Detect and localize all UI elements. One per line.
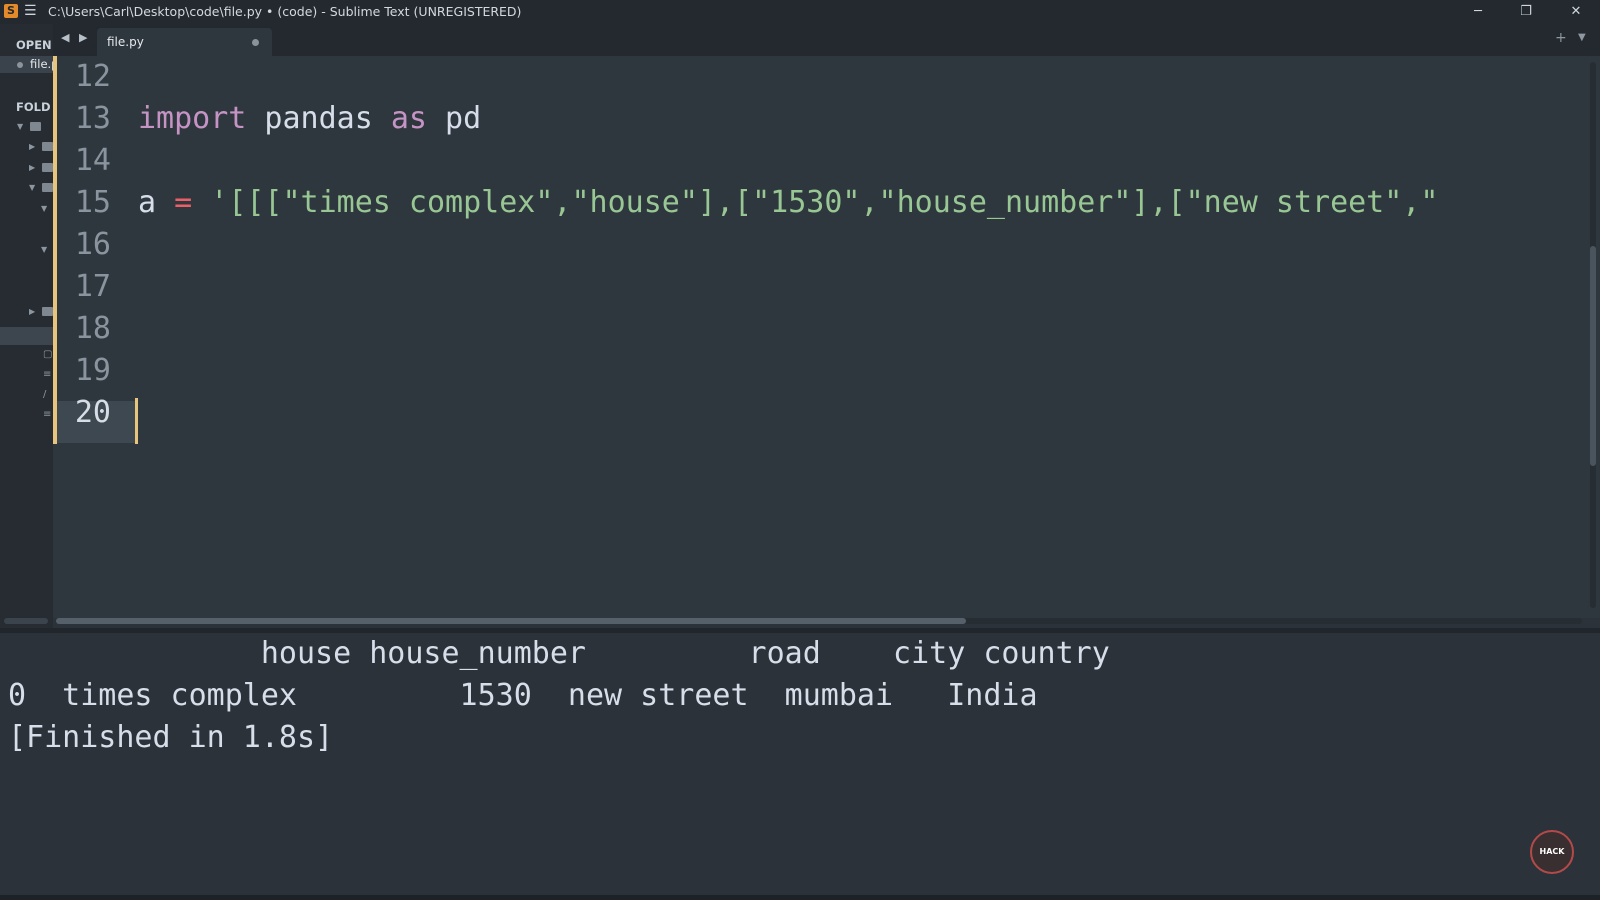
sidebar-selected-file[interactable] bbox=[0, 327, 53, 345]
folder-icon[interactable] bbox=[42, 142, 53, 151]
tab-label: file.py bbox=[107, 35, 144, 49]
build-output-panel[interactable]: house house_number road city country 0 t… bbox=[0, 633, 1600, 900]
unsaved-dot-icon[interactable] bbox=[252, 39, 259, 46]
new-tab-plus-icon[interactable]: + bbox=[1555, 30, 1567, 46]
code-token-plain: pd bbox=[427, 101, 482, 136]
sidebar-scrollbar[interactable] bbox=[4, 618, 48, 624]
output-data-row: 0 times complex 1530 new street mumbai I… bbox=[8, 678, 1038, 713]
chevron-down-icon[interactable]: ▼ bbox=[41, 204, 47, 213]
open-files-heading: OPEN bbox=[16, 38, 52, 52]
folder-icon[interactable] bbox=[42, 163, 53, 172]
folder-open-icon[interactable] bbox=[30, 122, 41, 131]
line-number: 17 bbox=[74, 269, 111, 304]
code-token-kw: import bbox=[138, 101, 247, 136]
tab-file-py[interactable]: file.py bbox=[97, 28, 272, 56]
file-dot-icon bbox=[17, 62, 23, 68]
code-token-kw: as bbox=[390, 101, 427, 136]
code-token-op: = bbox=[174, 185, 193, 220]
title-bar: S ☰ C:\Users\Carl\Desktop\code\file.py •… bbox=[0, 0, 1600, 24]
window-title: C:\Users\Carl\Desktop\code\file.py • (co… bbox=[48, 4, 522, 19]
line-number: 18 bbox=[74, 311, 111, 346]
tab-nav-arrows-icon[interactable]: ◀ ▶ bbox=[61, 31, 90, 44]
restore-icon[interactable]: ❐ bbox=[1511, 2, 1541, 22]
text-caret bbox=[135, 398, 138, 444]
sidebar-open-file[interactable]: file.p bbox=[0, 56, 53, 73]
file-icon[interactable]: / bbox=[43, 389, 46, 400]
line-number: 14 bbox=[74, 143, 111, 178]
file-icon[interactable]: ≡ bbox=[43, 409, 51, 420]
chevron-down-icon[interactable]: ▼ bbox=[17, 122, 23, 131]
folder-icon[interactable] bbox=[42, 307, 53, 316]
code-editor[interactable]: 12 13 import pandas as pd 14 15 a = '[[["time… bbox=[53, 56, 1600, 618]
horizontal-scrollbar-thumb[interactable] bbox=[56, 618, 966, 624]
sublime-logo-icon[interactable]: S bbox=[4, 4, 18, 18]
chevron-right-icon[interactable]: ▶ bbox=[29, 307, 35, 316]
code-line[interactable]: 18 bbox=[53, 308, 1600, 350]
output-finished-line: [Finished in 1.8s] bbox=[8, 720, 334, 755]
vertical-scrollbar-thumb[interactable] bbox=[1590, 246, 1596, 466]
sidebar: OPEN file.p FOLD ▼ ▶ ▶ ▼ ▼ ▼ ▶ ▢ ≡ / ≡ bbox=[0, 24, 53, 628]
code-line[interactable]: 17 bbox=[53, 266, 1600, 308]
bottom-edge bbox=[0, 895, 1600, 900]
file-icon[interactable]: ▢ bbox=[43, 349, 52, 360]
line-number: 16 bbox=[74, 227, 111, 262]
chevron-down-icon[interactable]: ▼ bbox=[29, 183, 35, 192]
chevron-right-icon[interactable]: ▶ bbox=[29, 163, 35, 172]
code-line[interactable]: 19 bbox=[53, 350, 1600, 392]
chevron-down-icon[interactable]: ▼ bbox=[41, 245, 47, 254]
code-token-plain: pandas bbox=[246, 101, 391, 136]
tab-menu-chevron-icon[interactable]: ▼ bbox=[1578, 32, 1586, 43]
file-icon[interactable]: ≡ bbox=[43, 369, 51, 380]
tab-bar: ◀ ▶ file.py + ▼ bbox=[53, 24, 1600, 56]
line-code: a = '[[["times complex","house"],["1530"… bbox=[138, 182, 1438, 224]
line-number: 13 bbox=[74, 101, 111, 136]
code-line[interactable]: 20 bbox=[53, 392, 1600, 434]
line-code: import pandas as pd bbox=[138, 98, 481, 140]
code-line[interactable]: 13 import pandas as pd bbox=[53, 98, 1600, 140]
hamburger-menu-icon[interactable]: ☰ bbox=[24, 3, 37, 19]
line-number: 15 bbox=[74, 185, 111, 220]
line-number: 19 bbox=[74, 353, 111, 388]
code-token-str: '[[["times complex","house"],["1530","ho… bbox=[192, 185, 1439, 220]
channel-logo-icon: HACK bbox=[1530, 830, 1574, 874]
minimize-icon[interactable]: ─ bbox=[1463, 2, 1493, 22]
output-header-row: house house_number road city country bbox=[8, 636, 1110, 671]
code-token-plain: a bbox=[138, 185, 175, 220]
folder-open-icon[interactable] bbox=[42, 183, 53, 192]
sidebar-open-file-label: file.p bbox=[30, 57, 53, 71]
code-line[interactable]: 12 bbox=[53, 56, 1600, 98]
chevron-right-icon[interactable]: ▶ bbox=[29, 142, 35, 151]
line-number: 20 bbox=[74, 395, 111, 430]
code-line[interactable]: 16 bbox=[53, 224, 1600, 266]
close-icon[interactable]: ✕ bbox=[1561, 2, 1591, 22]
line-number: 12 bbox=[74, 59, 111, 94]
folders-heading: FOLD bbox=[16, 100, 51, 114]
code-line[interactable]: 15 a = '[[["times complex","house"],["153… bbox=[53, 182, 1600, 224]
code-line[interactable]: 14 bbox=[53, 140, 1600, 182]
